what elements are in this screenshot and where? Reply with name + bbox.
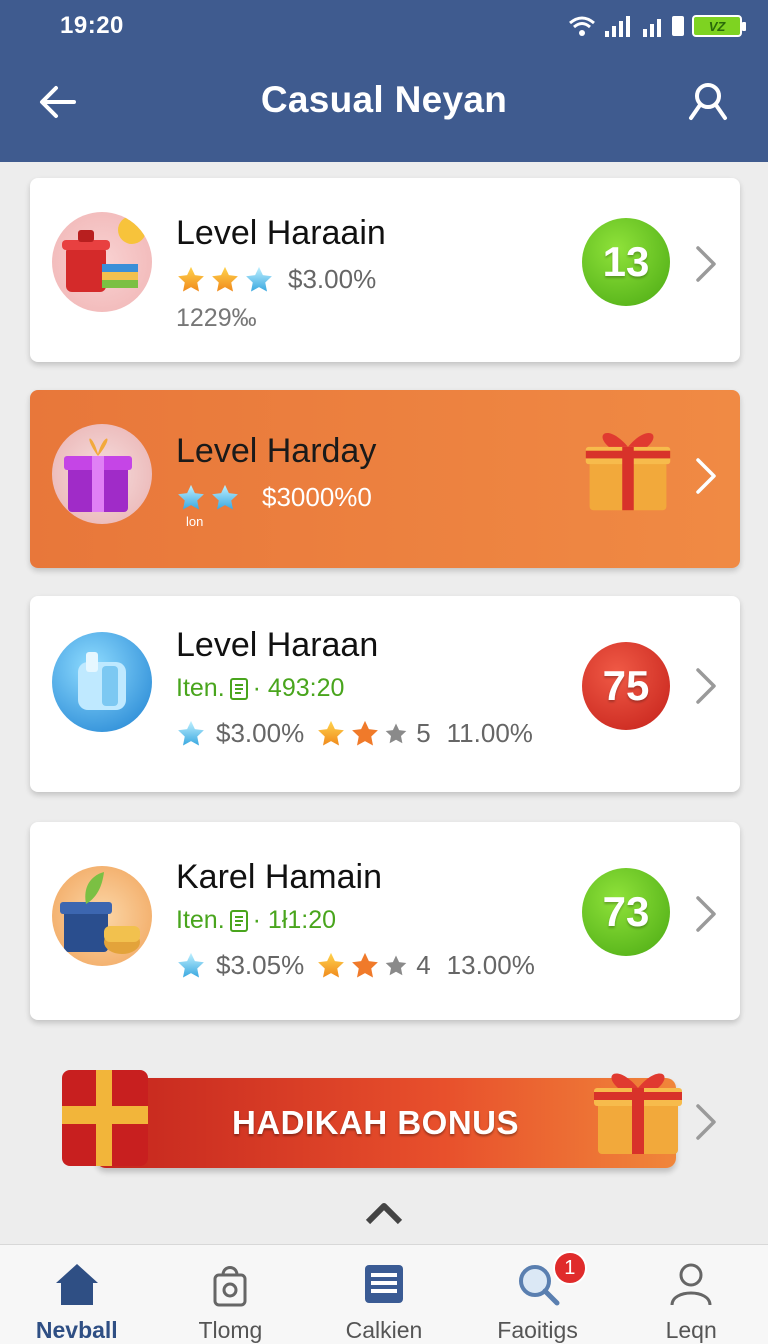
star-icon <box>176 951 206 981</box>
star-icon <box>350 951 380 981</box>
app-header: 19:20 VZ Casual Neyan <box>0 0 768 162</box>
bonus-label: HADIKAH BONUS <box>232 1104 519 1141</box>
gift-icon <box>588 1060 688 1160</box>
card-value: $3.05% <box>216 950 305 980</box>
star-icon <box>176 483 206 513</box>
gift-icon <box>580 420 676 516</box>
star-icon <box>210 265 240 295</box>
blue-box-icon <box>78 652 126 710</box>
card-rating: $3.00% 5 11.00% <box>176 718 533 749</box>
card-value: $3000%0 <box>262 482 372 512</box>
back-arrow-icon[interactable] <box>36 80 80 124</box>
star-gray-icon <box>384 954 408 978</box>
chevron-right-icon[interactable] <box>694 456 718 496</box>
level-badge: 73 <box>582 868 670 956</box>
nav-label: Faoitigs <box>497 1317 578 1343</box>
star-icon <box>350 719 380 749</box>
star-icon <box>176 719 206 749</box>
card-subtext: 1229‰ <box>176 304 257 332</box>
card-title: Karel Hamain <box>176 858 382 896</box>
item-label: Iten. <box>176 674 225 702</box>
star-gray-icon <box>384 722 408 746</box>
status-icons: VZ <box>568 15 746 37</box>
plant-pot-icon <box>60 872 140 954</box>
card-count: 4 <box>416 950 431 980</box>
card-thumbnail <box>52 632 152 732</box>
star-icon <box>210 483 240 513</box>
card-tiny-label: lon <box>186 514 204 529</box>
star-icon <box>316 951 346 981</box>
nav-label: Tlomg <box>198 1317 263 1343</box>
red-gift-icon <box>62 1070 148 1166</box>
nav-item-profile[interactable]: Leqn <box>614 1245 768 1344</box>
card-item-line: Iten. · 493:20 <box>176 674 344 703</box>
card-thumbnail <box>52 212 152 312</box>
chevron-right-icon[interactable] <box>694 244 718 284</box>
item-value: · 493:20 <box>252 674 345 702</box>
card-value: $3.00% <box>288 264 377 294</box>
card-value: $3.00% <box>216 718 305 748</box>
card-rating: $3.05% 4 13.00% <box>176 950 535 981</box>
document-icon <box>229 909 248 932</box>
nav-item-list[interactable]: Calkien <box>307 1245 461 1344</box>
nav-label: Leqn <box>665 1317 717 1343</box>
battery-icon: VZ <box>692 15 746 37</box>
nav-item-home[interactable]: Nevball <box>0 1245 154 1344</box>
user-icon <box>670 1263 712 1306</box>
bag-icon <box>213 1266 247 1307</box>
level-card[interactable]: Karel Hamain Iten. · 1ł1:20 $3.05% 4 13.… <box>30 822 740 1020</box>
home-icon <box>55 1264 98 1305</box>
card-title: Level Haraain <box>176 214 386 252</box>
item-value: · 1ł1:20 <box>252 906 337 934</box>
list-icon <box>364 1265 403 1303</box>
item-label: Iten. <box>176 906 225 934</box>
card-rating: $3000%0 <box>176 482 372 513</box>
level-badge: 75 <box>582 642 670 730</box>
card-title: Level Haraan <box>176 626 379 664</box>
nav-item-bag[interactable]: Tlomg <box>154 1245 308 1344</box>
level-card[interactable]: Level Haraain $3.00% 1229‰ 13 <box>30 178 740 362</box>
bonus-banner[interactable]: HADIKAH BONUS <box>56 1058 716 1176</box>
page-title: Casual Neyan <box>260 79 508 120</box>
chevron-up-icon[interactable] <box>364 1198 404 1228</box>
chevron-right-icon[interactable] <box>694 666 718 706</box>
nav-label: Nevball <box>35 1317 118 1343</box>
nav-bar: Casual Neyan <box>0 62 768 138</box>
level-badge: 13 <box>582 218 670 306</box>
card-title: Level Harday <box>176 432 377 470</box>
card-thumbnail <box>52 866 152 966</box>
document-icon <box>229 677 248 700</box>
signal-small-icon <box>643 19 661 37</box>
card-value-secondary: 13.00% <box>446 950 535 980</box>
nav-label: Calkien <box>345 1317 423 1343</box>
cup-illustration-icon <box>62 216 146 292</box>
card-count: 5 <box>416 718 431 748</box>
purple-gift-icon <box>64 438 132 512</box>
star-icon <box>176 265 206 295</box>
signal-icon <box>605 16 630 37</box>
level-card[interactable]: Level Haraan Iten. · 493:20 $3.00% 5 11.… <box>30 596 740 792</box>
chevron-right-icon[interactable] <box>694 1102 718 1142</box>
status-time: 19:20 <box>60 12 124 39</box>
card-value-secondary: 11.00% <box>446 718 533 748</box>
card-thumbnail <box>52 424 152 524</box>
star-icon <box>316 719 346 749</box>
search-icon[interactable] <box>686 80 730 124</box>
nav-item-search[interactable]: 1 Faoitigs <box>461 1245 615 1344</box>
level-card-highlighted[interactable]: Level Harday $3000%0 lon <box>30 390 740 568</box>
chevron-right-icon[interactable] <box>694 894 718 934</box>
card-rating: $3.00% <box>176 264 376 295</box>
card-item-line: Iten. · 1ł1:20 <box>176 906 336 935</box>
bottom-navigation: Nevball Tlomg Calkien 1 Faoitigs Leqn <box>0 1244 768 1344</box>
star-icon <box>244 265 274 295</box>
sim-icon <box>672 16 684 36</box>
battery-label: VZ <box>708 18 726 34</box>
wifi-icon <box>569 16 595 36</box>
notification-badge: 1 <box>552 1251 587 1285</box>
status-bar: 19:20 VZ <box>60 10 746 42</box>
